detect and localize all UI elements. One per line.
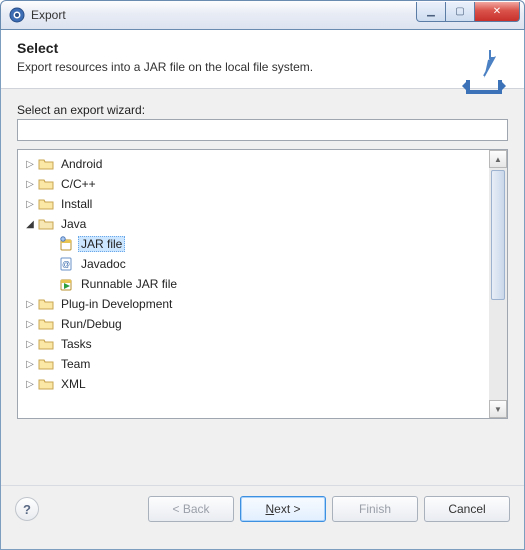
tree-item-label: Android xyxy=(58,156,105,172)
back-button[interactable]: < Back xyxy=(148,496,234,522)
expand-arrow-icon[interactable]: ▷ xyxy=(24,199,36,210)
tree-folder[interactable]: ◢ Java xyxy=(18,214,489,234)
expand-arrow-icon[interactable]: ▷ xyxy=(24,379,36,390)
tree-folder[interactable]: ▷ C/C++ xyxy=(18,174,489,194)
tree-scrollbar[interactable]: ▲ ▼ xyxy=(489,150,507,418)
tree-container: ▷Android▷C/C++▷Install◢Java▷JAR file▷@Ja… xyxy=(17,149,508,419)
svg-text:@: @ xyxy=(62,260,70,269)
folder xyxy=(38,296,54,312)
tree-folder[interactable]: ▷ Plug-in Development xyxy=(18,294,489,314)
folder xyxy=(38,156,54,172)
folder xyxy=(38,176,54,192)
runnable-jar-icon xyxy=(58,276,74,292)
tree-item[interactable]: ▷@Javadoc xyxy=(18,254,489,274)
tree-item[interactable]: ▷JAR file xyxy=(18,234,489,254)
window-controls: ▁ ▢ ✕ xyxy=(417,2,520,22)
window-titlebar: Export ▁ ▢ ✕ xyxy=(0,0,525,30)
expand-arrow-icon[interactable]: ▷ xyxy=(24,179,36,190)
tree-item-label: Runnable JAR file xyxy=(78,276,180,292)
expand-arrow-icon[interactable]: ▷ xyxy=(24,339,36,350)
close-button[interactable]: ✕ xyxy=(474,2,520,22)
filter-label: Select an export wizard: xyxy=(17,103,508,117)
page-subtitle: Export resources into a JAR file on the … xyxy=(17,60,508,74)
tree-folder[interactable]: ▷ Tasks xyxy=(18,334,489,354)
wizard-banner: Select Export resources into a JAR file … xyxy=(1,30,524,89)
finish-button[interactable]: Finish xyxy=(332,496,418,522)
tree-item-label: Java xyxy=(58,216,89,232)
page-title: Select xyxy=(17,40,508,56)
export-tree[interactable]: ▷Android▷C/C++▷Install◢Java▷JAR file▷@Ja… xyxy=(18,150,489,418)
minimize-button[interactable]: ▁ xyxy=(416,2,446,22)
tree-item-label: Plug-in Development xyxy=(58,296,175,312)
tree-item-label: Run/Debug xyxy=(58,316,125,332)
tree-item-label: Tasks xyxy=(58,336,95,352)
tree-folder[interactable]: ▷ Install xyxy=(18,194,489,214)
scroll-up-button[interactable]: ▲ xyxy=(489,150,507,168)
jar-icon xyxy=(58,236,74,252)
expand-arrow-icon[interactable]: ▷ xyxy=(24,159,36,170)
wizard-content: Select an export wizard: ▷Android▷C/C++▷… xyxy=(1,89,524,425)
filter-input[interactable] xyxy=(17,119,508,141)
dialog-frame: Select Export resources into a JAR file … xyxy=(0,30,525,550)
folder xyxy=(38,376,54,392)
collapse-arrow-icon[interactable]: ◢ xyxy=(24,219,36,230)
tree-folder[interactable]: ▷ Team xyxy=(18,354,489,374)
folder-open xyxy=(38,216,54,232)
folder xyxy=(38,336,54,352)
app-icon xyxy=(9,7,25,23)
tree-item-label: Javadoc xyxy=(78,256,129,272)
maximize-button[interactable]: ▢ xyxy=(445,2,475,22)
tree-item-label: Install xyxy=(58,196,95,212)
tree-item-label: Team xyxy=(58,356,93,372)
wizard-button-bar: ? < Back Next > Finish Cancel xyxy=(1,485,524,534)
expand-arrow-icon[interactable]: ▷ xyxy=(24,359,36,370)
cancel-button[interactable]: Cancel xyxy=(424,496,510,522)
export-icon xyxy=(460,50,508,98)
tree-folder[interactable]: ▷ XML xyxy=(18,374,489,394)
next-button[interactable]: Next > xyxy=(240,496,326,522)
tree-folder[interactable]: ▷ Run/Debug xyxy=(18,314,489,334)
expand-arrow-icon[interactable]: ▷ xyxy=(24,319,36,330)
tree-item-label: XML xyxy=(58,376,89,392)
javadoc-icon: @ xyxy=(58,256,74,272)
folder xyxy=(38,356,54,372)
tree-item[interactable]: ▷Runnable JAR file xyxy=(18,274,489,294)
scroll-thumb[interactable] xyxy=(491,170,505,300)
expand-arrow-icon[interactable]: ▷ xyxy=(24,299,36,310)
folder xyxy=(38,196,54,212)
tree-item-label: JAR file xyxy=(78,236,125,252)
folder xyxy=(38,316,54,332)
window-title: Export xyxy=(31,8,417,22)
help-button[interactable]: ? xyxy=(15,497,39,521)
tree-item-label: C/C++ xyxy=(58,176,99,192)
scroll-track[interactable] xyxy=(489,168,507,400)
scroll-down-button[interactable]: ▼ xyxy=(489,400,507,418)
tree-folder[interactable]: ▷ Android xyxy=(18,154,489,174)
